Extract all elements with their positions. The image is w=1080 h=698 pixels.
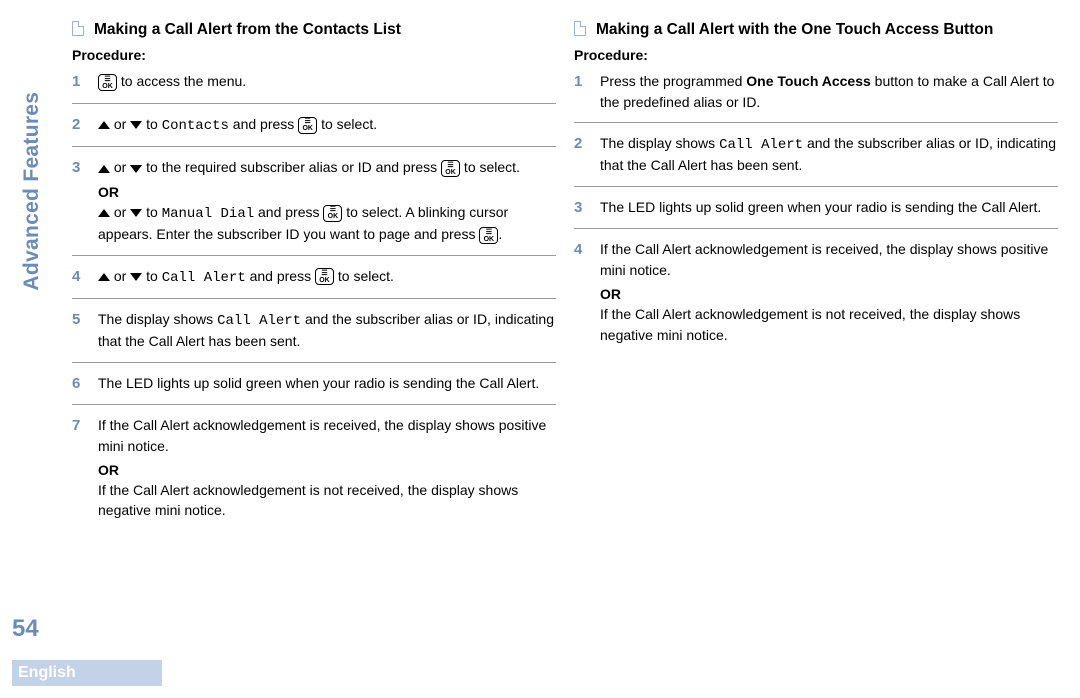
menu-ok-button-icon: ☰OK xyxy=(298,117,317,134)
menu-literal: Manual Dial xyxy=(162,206,254,222)
sidebar-section-label: Advanced Features xyxy=(20,92,44,291)
step-number: 3 xyxy=(72,157,86,244)
down-arrow-icon xyxy=(130,209,142,217)
step-number: 3 xyxy=(574,197,588,219)
step-text: and press xyxy=(254,204,323,220)
step-text: If the Call Alert acknowledgement is not… xyxy=(98,482,518,518)
step-text: or xyxy=(110,204,130,220)
step-6: 6 The LED lights up solid green when you… xyxy=(72,373,556,406)
right-column: Making a Call Alert with the One Touch A… xyxy=(574,20,1058,541)
down-arrow-icon xyxy=(130,165,142,173)
manual-page: Advanced Features 54 English Making a Ca… xyxy=(0,0,1080,698)
step-text: and press xyxy=(229,116,298,132)
page-icon xyxy=(72,21,84,36)
display-literal: Call Alert xyxy=(217,313,301,329)
up-arrow-icon xyxy=(98,121,110,129)
step-text: to select. xyxy=(460,159,520,175)
step-3: 3 The LED lights up solid green when you… xyxy=(574,197,1058,230)
step-text: The LED lights up solid green when your … xyxy=(98,373,556,395)
step-text: If the Call Alert acknowledgement is rec… xyxy=(600,241,1048,277)
down-arrow-icon xyxy=(130,273,142,281)
left-column: Making a Call Alert from the Contacts Li… xyxy=(72,20,556,541)
up-arrow-icon xyxy=(98,209,110,217)
menu-ok-button-icon: ☰OK xyxy=(479,227,498,244)
step-text: and press xyxy=(246,268,315,284)
menu-literal: Call Alert xyxy=(162,270,246,286)
menu-ok-button-icon: ☰OK xyxy=(315,268,334,285)
step-text: The display shows xyxy=(98,311,217,327)
step-text: . xyxy=(498,226,502,242)
step-7: 7 If the Call Alert acknowledgement is r… xyxy=(72,415,556,530)
section-title-left: Making a Call Alert from the Contacts Li… xyxy=(72,20,556,39)
menu-ok-button-icon: ☰OK xyxy=(441,160,460,177)
step-text: to xyxy=(142,116,161,132)
step-number: 1 xyxy=(574,71,588,112)
step-4: 4 If the Call Alert acknowledgement is r… xyxy=(574,239,1058,354)
page-number: 54 xyxy=(12,615,39,643)
menu-ok-button-icon: ☰OK xyxy=(98,74,117,91)
procedure-label: Procedure: xyxy=(574,47,1058,63)
step-text: or xyxy=(110,116,130,132)
up-arrow-icon xyxy=(98,273,110,281)
step-text: to select. xyxy=(334,268,394,284)
or-label: OR xyxy=(600,284,1058,304)
section-title-text: Making a Call Alert from the Contacts Li… xyxy=(94,20,401,39)
procedure-label: Procedure: xyxy=(72,47,556,63)
section-title-text: Making a Call Alert with the One Touch A… xyxy=(596,20,993,39)
step-number: 5 xyxy=(72,309,86,352)
content-columns: Making a Call Alert from the Contacts Li… xyxy=(72,20,1058,541)
procedure-steps-left: 1 ☰OK to access the menu. 2 or to Contac… xyxy=(72,71,556,530)
step-text: to access the menu. xyxy=(117,73,246,89)
section-title-right: Making a Call Alert with the One Touch A… xyxy=(574,20,1058,39)
step-text: If the Call Alert acknowledgement is not… xyxy=(600,306,1020,342)
menu-ok-button-icon: ☰OK xyxy=(323,205,342,222)
step-text: or xyxy=(110,159,130,175)
down-arrow-icon xyxy=(130,121,142,129)
step-5: 5 The display shows Call Alert and the s… xyxy=(72,309,556,363)
step-1: 1 ☰OK to access the menu. xyxy=(72,71,556,104)
language-bar: English xyxy=(12,660,162,686)
or-label: OR xyxy=(98,460,556,480)
step-2: 2 or to Contacts and press ☰OK to select… xyxy=(72,114,556,147)
step-number: 1 xyxy=(72,71,86,93)
step-text: to select. xyxy=(317,116,377,132)
or-label: OR xyxy=(98,182,556,202)
step-2: 2 The display shows Call Alert and the s… xyxy=(574,133,1058,187)
up-arrow-icon xyxy=(98,165,110,173)
step-text: to xyxy=(142,204,161,220)
step-1: 1 Press the programmed One Touch Access … xyxy=(574,71,1058,123)
page-icon xyxy=(574,21,586,36)
step-text: Press the programmed xyxy=(600,73,746,89)
procedure-steps-right: 1 Press the programmed One Touch Access … xyxy=(574,71,1058,354)
step-text: to the required subscriber alias or ID a… xyxy=(142,159,441,175)
step-text: to xyxy=(142,268,161,284)
step-4: 4 or to Call Alert and press ☰OK to sele… xyxy=(72,266,556,299)
step-text: If the Call Alert acknowledgement is rec… xyxy=(98,417,546,453)
step-text: or xyxy=(110,268,130,284)
step-text: The LED lights up solid green when your … xyxy=(600,197,1058,219)
step-number: 6 xyxy=(72,373,86,395)
step-text: The display shows xyxy=(600,135,719,151)
button-name: One Touch Access xyxy=(746,73,870,89)
step-number: 2 xyxy=(72,114,86,136)
display-literal: Call Alert xyxy=(719,137,803,153)
menu-literal: Contacts xyxy=(162,118,229,134)
step-number: 2 xyxy=(574,133,588,176)
step-number: 4 xyxy=(72,266,86,288)
step-number: 7 xyxy=(72,415,86,520)
step-number: 4 xyxy=(574,239,588,344)
step-3: 3 or to the required subscriber alias or… xyxy=(72,157,556,255)
